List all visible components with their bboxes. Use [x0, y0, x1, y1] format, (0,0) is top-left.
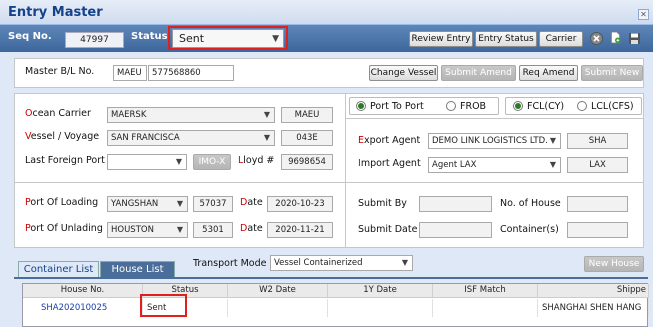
- export-agent-code: SHA: [567, 133, 628, 149]
- chevron-down-icon: ▼: [176, 225, 183, 234]
- last-foreign-port-select[interactable]: ▼: [107, 154, 187, 170]
- import-agent-code: LAX: [567, 157, 628, 173]
- port-to-port-label: Port To Port: [370, 101, 424, 112]
- pou-date-field[interactable]: 2020-11-21: [267, 222, 333, 238]
- tab-container-list[interactable]: Container List: [18, 261, 99, 278]
- 1y-date-cell: [328, 299, 433, 317]
- chevron-down-icon: ▼: [401, 258, 408, 267]
- port-of-loading-label: Port Of Loading: [25, 197, 99, 208]
- chevron-down-icon: ▼: [263, 133, 270, 142]
- column-header[interactable]: House No.: [23, 284, 143, 298]
- port-to-port-radio[interactable]: [356, 101, 366, 111]
- lcl-radio[interactable]: [577, 101, 587, 111]
- status-cell-highlight: [140, 294, 187, 317]
- ocean-carrier-label: Ocean Carrier: [25, 108, 91, 119]
- vessel-voyage-label: Vessel / Voyage: [25, 131, 100, 142]
- frob-label: FROB: [460, 101, 487, 112]
- column-header[interactable]: ISF Match: [433, 284, 538, 298]
- submit-date-field: [419, 222, 492, 238]
- house-grid: House No. Status W2 Date 1Y Date ISF Mat…: [22, 283, 649, 327]
- seq-label: Seq No.: [8, 31, 52, 42]
- seq-value: 47997: [65, 32, 124, 48]
- chevron-down-icon: ▼: [549, 160, 556, 169]
- master-bl-label: Master B/L No.: [25, 66, 95, 77]
- master-prefix-field[interactable]: MAEU: [113, 65, 147, 81]
- last-foreign-port-label: Last Foreign Port: [25, 155, 105, 166]
- import-agent-label: Import Agent: [358, 158, 421, 169]
- frob-radio[interactable]: [446, 101, 456, 111]
- export-agent-select[interactable]: DEMO LINK LOGISTICS LTD. ▼: [428, 133, 561, 149]
- pol-code: 57037: [193, 196, 233, 212]
- shipper-cell: SHANGHAI SHEN HANG: [538, 299, 649, 317]
- transport-mode-label: Transport Mode: [193, 258, 267, 269]
- imo-button[interactable]: IMO-X: [193, 154, 231, 170]
- lloyd-label: Lloyd #: [238, 155, 275, 166]
- pou-code: 5301: [193, 222, 233, 238]
- ocean-carrier-select[interactable]: MAERSK ▼: [107, 107, 275, 123]
- save-icon[interactable]: [628, 32, 641, 45]
- vessel-select[interactable]: SAN FRANCISCA ▼: [107, 130, 275, 146]
- tab-house-list[interactable]: House List: [100, 261, 175, 278]
- transport-mode-select[interactable]: Vessel Containerized ▼: [270, 255, 413, 271]
- column-header[interactable]: Shippe: [538, 284, 649, 298]
- export-agent-label: Export Agent: [358, 135, 421, 146]
- submit-date-label: Submit Date: [358, 224, 418, 235]
- new-house-button[interactable]: New House: [584, 256, 644, 272]
- column-header[interactable]: W2 Date: [228, 284, 328, 298]
- no-of-house-field: [567, 196, 628, 212]
- voyage-field[interactable]: 043E: [281, 130, 333, 146]
- change-vessel-button[interactable]: Change Vessel: [369, 65, 438, 81]
- isf-match-cell: [433, 299, 538, 317]
- submit-by-label: Submit By: [358, 198, 407, 209]
- fcl-radio[interactable]: [513, 101, 523, 111]
- port-of-unlading-label: Port Of Unlading: [25, 223, 103, 234]
- pou-date-label: Date: [240, 223, 263, 234]
- entry-status-button[interactable]: Entry Status: [475, 31, 537, 47]
- divider: [345, 93, 346, 248]
- cancel-icon[interactable]: [590, 32, 603, 45]
- submit-by-field: [419, 196, 492, 212]
- port-of-unlading-select[interactable]: HOUSTON ▼: [107, 222, 188, 238]
- lcl-label: LCL(CFS): [591, 101, 634, 112]
- req-amend-button[interactable]: Req Amend: [519, 65, 578, 81]
- carrier-button[interactable]: Carrier: [539, 31, 583, 47]
- status-highlight: [168, 26, 288, 50]
- close-icon[interactable]: ✕: [638, 9, 649, 20]
- tab-strip: [14, 277, 648, 279]
- divider: [14, 182, 644, 183]
- pol-date-label: Date: [240, 197, 263, 208]
- review-entry-button[interactable]: Review Entry: [409, 31, 473, 47]
- new-document-icon[interactable]: [609, 31, 622, 44]
- submit-amend-button[interactable]: Submit Amend: [441, 65, 516, 81]
- window-title: Entry Master: [8, 5, 103, 20]
- port-of-loading-select[interactable]: YANGSHAN ▼: [107, 196, 188, 212]
- containers-field: [567, 222, 628, 238]
- column-header[interactable]: 1Y Date: [328, 284, 433, 298]
- chevron-down-icon: ▼: [263, 110, 270, 119]
- no-of-house-label: No. of House: [500, 198, 561, 209]
- master-number-field[interactable]: 577568860: [148, 65, 234, 81]
- lloyd-field[interactable]: 9698654: [281, 154, 333, 170]
- submit-new-button[interactable]: Submit New: [581, 65, 643, 81]
- chevron-down-icon: ▼: [176, 199, 183, 208]
- divider: [345, 118, 644, 119]
- fcl-label: FCL(CY): [527, 101, 565, 112]
- containers-label: Container(s): [500, 224, 559, 235]
- pol-date-field[interactable]: 2020-10-23: [267, 196, 333, 212]
- ocean-carrier-code: MAEU: [281, 107, 333, 123]
- house-no-link[interactable]: SHA202010025: [23, 299, 143, 317]
- import-agent-select[interactable]: Agent LAX ▼: [428, 157, 561, 173]
- chevron-down-icon: ▼: [175, 157, 182, 166]
- w2-date-cell: [228, 299, 328, 317]
- chevron-down-icon: ▼: [549, 136, 556, 145]
- status-label: Status: [131, 31, 168, 42]
